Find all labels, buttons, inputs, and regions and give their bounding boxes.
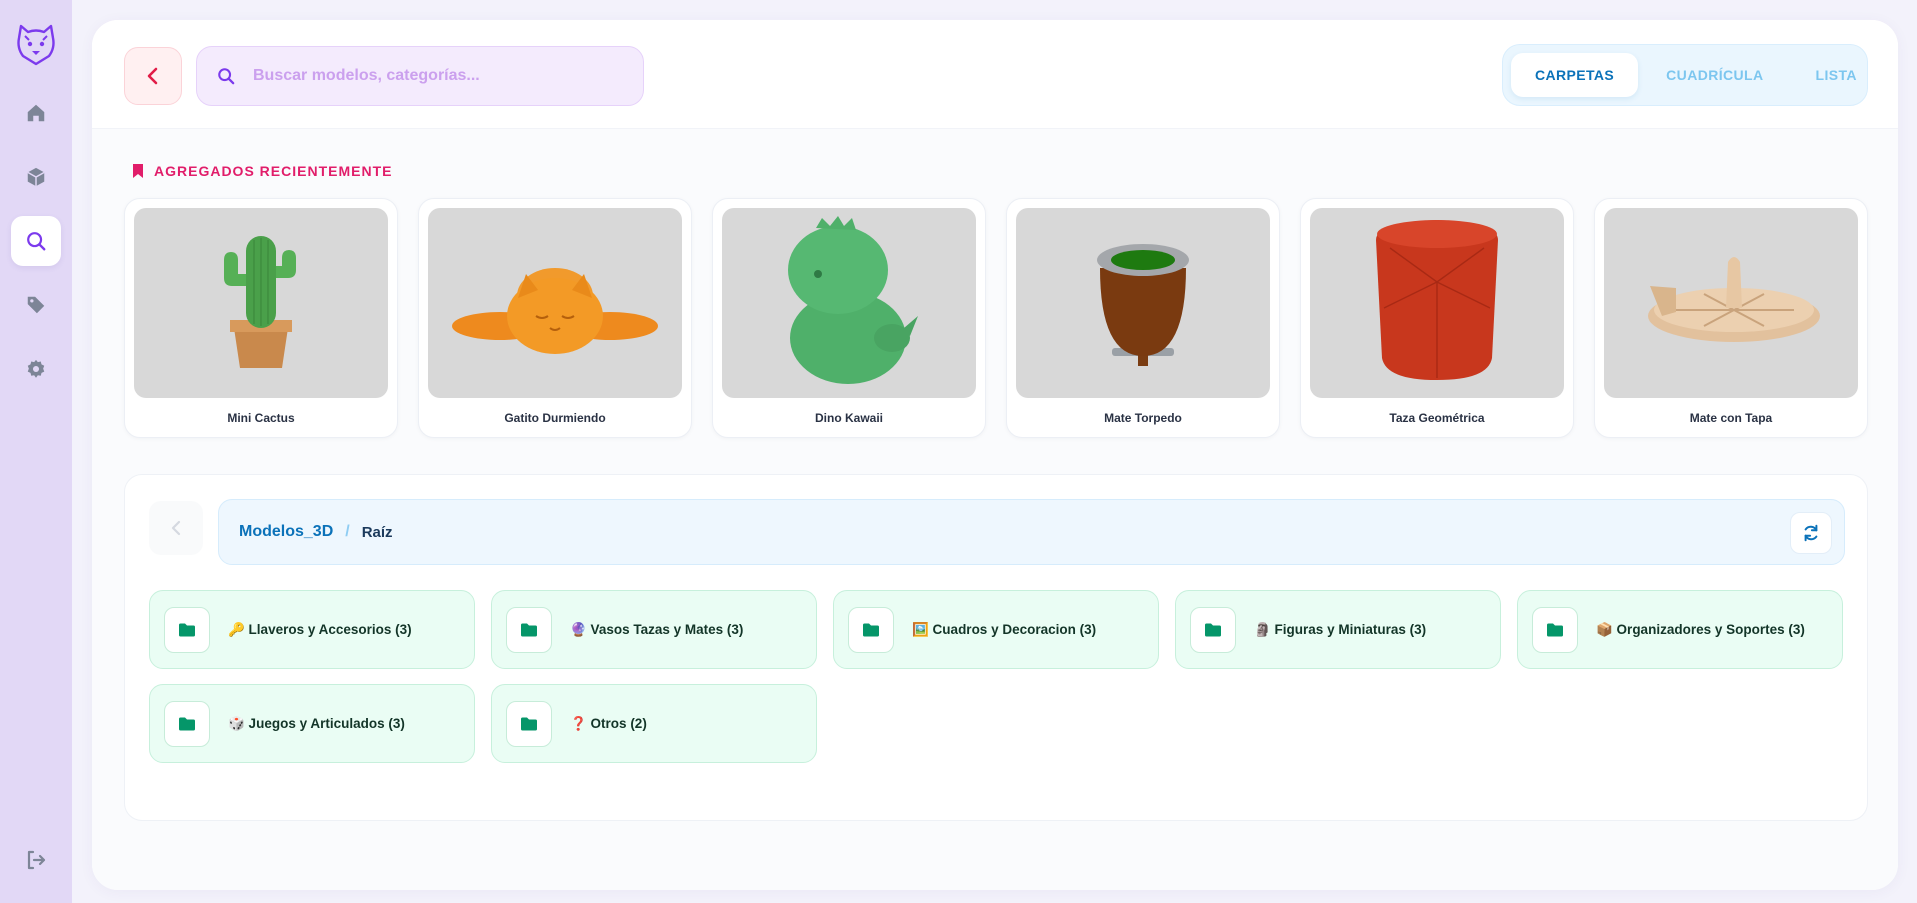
model-card[interactable]: Mate Torpedo (1006, 198, 1280, 438)
sidebar (0, 0, 72, 903)
logout-button[interactable] (11, 835, 61, 885)
refresh-button[interactable] (1790, 512, 1832, 554)
refresh-icon (1804, 524, 1818, 542)
sidebar-nav (11, 88, 61, 394)
folder-label: 🗿 Figuras y Miniaturas (3) (1254, 621, 1427, 637)
folder-icon (1532, 606, 1578, 653)
breadcrumb-current: Raíz (361, 523, 393, 541)
folder-item[interactable]: 🔮 Vasos Tazas y Mates (3) (491, 590, 817, 669)
main-panel: CARPETAS CUADRÍCULA LISTA AGREGADOS RECI… (92, 20, 1898, 890)
sidebar-item-search[interactable] (11, 216, 61, 266)
search-bar (196, 46, 644, 106)
sidebar-item-home[interactable] (11, 88, 61, 138)
model-name: Taza Geométrica (1389, 411, 1485, 425)
bookmark-icon (133, 164, 143, 178)
model-name: Dino Kawaii (814, 411, 883, 425)
model-thumbnail (428, 208, 682, 398)
model-thumbnail (1604, 208, 1858, 398)
breadcrumb: Modelos_3D / Raíz (218, 499, 1845, 565)
model-thumbnail (134, 208, 388, 398)
view-folders-button[interactable]: CARPETAS (1511, 53, 1639, 97)
model-name: Mini Cactus (227, 411, 295, 425)
logout-icon (27, 850, 46, 870)
tag-icon (27, 296, 45, 314)
content-area: AGREGADOS RECIENTEMENTE Mini Cactus Gati… (92, 129, 1898, 890)
model-thumbnail (722, 208, 976, 398)
home-icon (27, 104, 45, 122)
view-list-button[interactable]: LISTA (1792, 53, 1881, 97)
folder-label: 🔑 Llaveros y Accesorios (3) (228, 621, 412, 637)
back-button[interactable] (124, 47, 182, 105)
folder-label: 🎲 Juegos y Articulados (3) (228, 715, 405, 731)
explorer-back-button[interactable] (149, 501, 203, 555)
folder-item[interactable]: 🎲 Juegos y Articulados (3) (149, 684, 475, 763)
breadcrumb-root[interactable]: Modelos_3D (239, 523, 333, 541)
recent-models-row: Mini Cactus Gatito Durmiendo Dino Kawaii… (124, 198, 1869, 438)
folder-explorer: Modelos_3D / Raíz 🔑 Llaveros y Accesorio… (124, 474, 1868, 821)
search-icon (27, 232, 46, 251)
model-card[interactable]: Mini Cactus (124, 198, 398, 438)
model-card[interactable]: Dino Kawaii (712, 198, 986, 438)
sidebar-item-models[interactable] (11, 152, 61, 202)
model-card[interactable]: Mate con Tapa (1594, 198, 1868, 438)
folder-label: 📦 Organizadores y Soportes (3) (1596, 621, 1805, 637)
folder-icon (848, 606, 894, 653)
top-bar: CARPETAS CUADRÍCULA LISTA (92, 20, 1898, 129)
folder-item[interactable]: 📦 Organizadores y Soportes (3) (1517, 590, 1843, 669)
folder-item[interactable]: ❓ Otros (2) (491, 684, 817, 763)
folder-label: 🔮 Vasos Tazas y Mates (3) (570, 621, 744, 637)
folder-icon (506, 700, 552, 747)
model-card[interactable]: Gatito Durmiendo (418, 198, 692, 438)
chevron-left-icon (147, 67, 158, 85)
model-name: Mate Torpedo (1104, 411, 1182, 425)
search-input[interactable] (253, 67, 613, 85)
folder-item[interactable]: 🔑 Llaveros y Accesorios (3) (149, 590, 475, 669)
folder-grid: 🔑 Llaveros y Accesorios (3) 🔮 Vasos Taza… (149, 590, 1847, 763)
folder-item[interactable]: 🗿 Figuras y Miniaturas (3) (1175, 590, 1501, 669)
folder-icon (164, 700, 210, 747)
recent-title-text: AGREGADOS RECIENTEMENTE (154, 163, 393, 179)
breadcrumb-separator: / (345, 523, 350, 540)
folder-icon (164, 606, 210, 653)
cube-icon (27, 167, 45, 187)
model-name: Gatito Durmiendo (504, 411, 606, 425)
model-card[interactable]: Taza Geométrica (1300, 198, 1574, 438)
model-thumbnail (1310, 208, 1564, 398)
search-icon (218, 68, 235, 85)
model-thumbnail (1016, 208, 1270, 398)
folder-label: ❓ Otros (2) (570, 715, 647, 731)
folder-icon (506, 606, 552, 653)
folder-label: 🖼️ Cuadros y Decoracion (3) (912, 621, 1097, 637)
view-grid-button[interactable]: CUADRÍCULA (1642, 53, 1787, 97)
chevron-left-icon (171, 520, 181, 536)
gear-icon (27, 359, 45, 378)
sidebar-item-tags[interactable] (11, 280, 61, 330)
model-name: Mate con Tapa (1689, 411, 1773, 425)
recent-section-title: AGREGADOS RECIENTEMENTE (132, 163, 392, 179)
view-mode-toggle: CARPETAS CUADRÍCULA LISTA (1502, 44, 1868, 106)
bear-logo-icon[interactable] (15, 22, 57, 66)
folder-icon (1190, 606, 1236, 653)
sidebar-item-settings[interactable] (11, 344, 61, 394)
folder-item[interactable]: 🖼️ Cuadros y Decoracion (3) (833, 590, 1159, 669)
